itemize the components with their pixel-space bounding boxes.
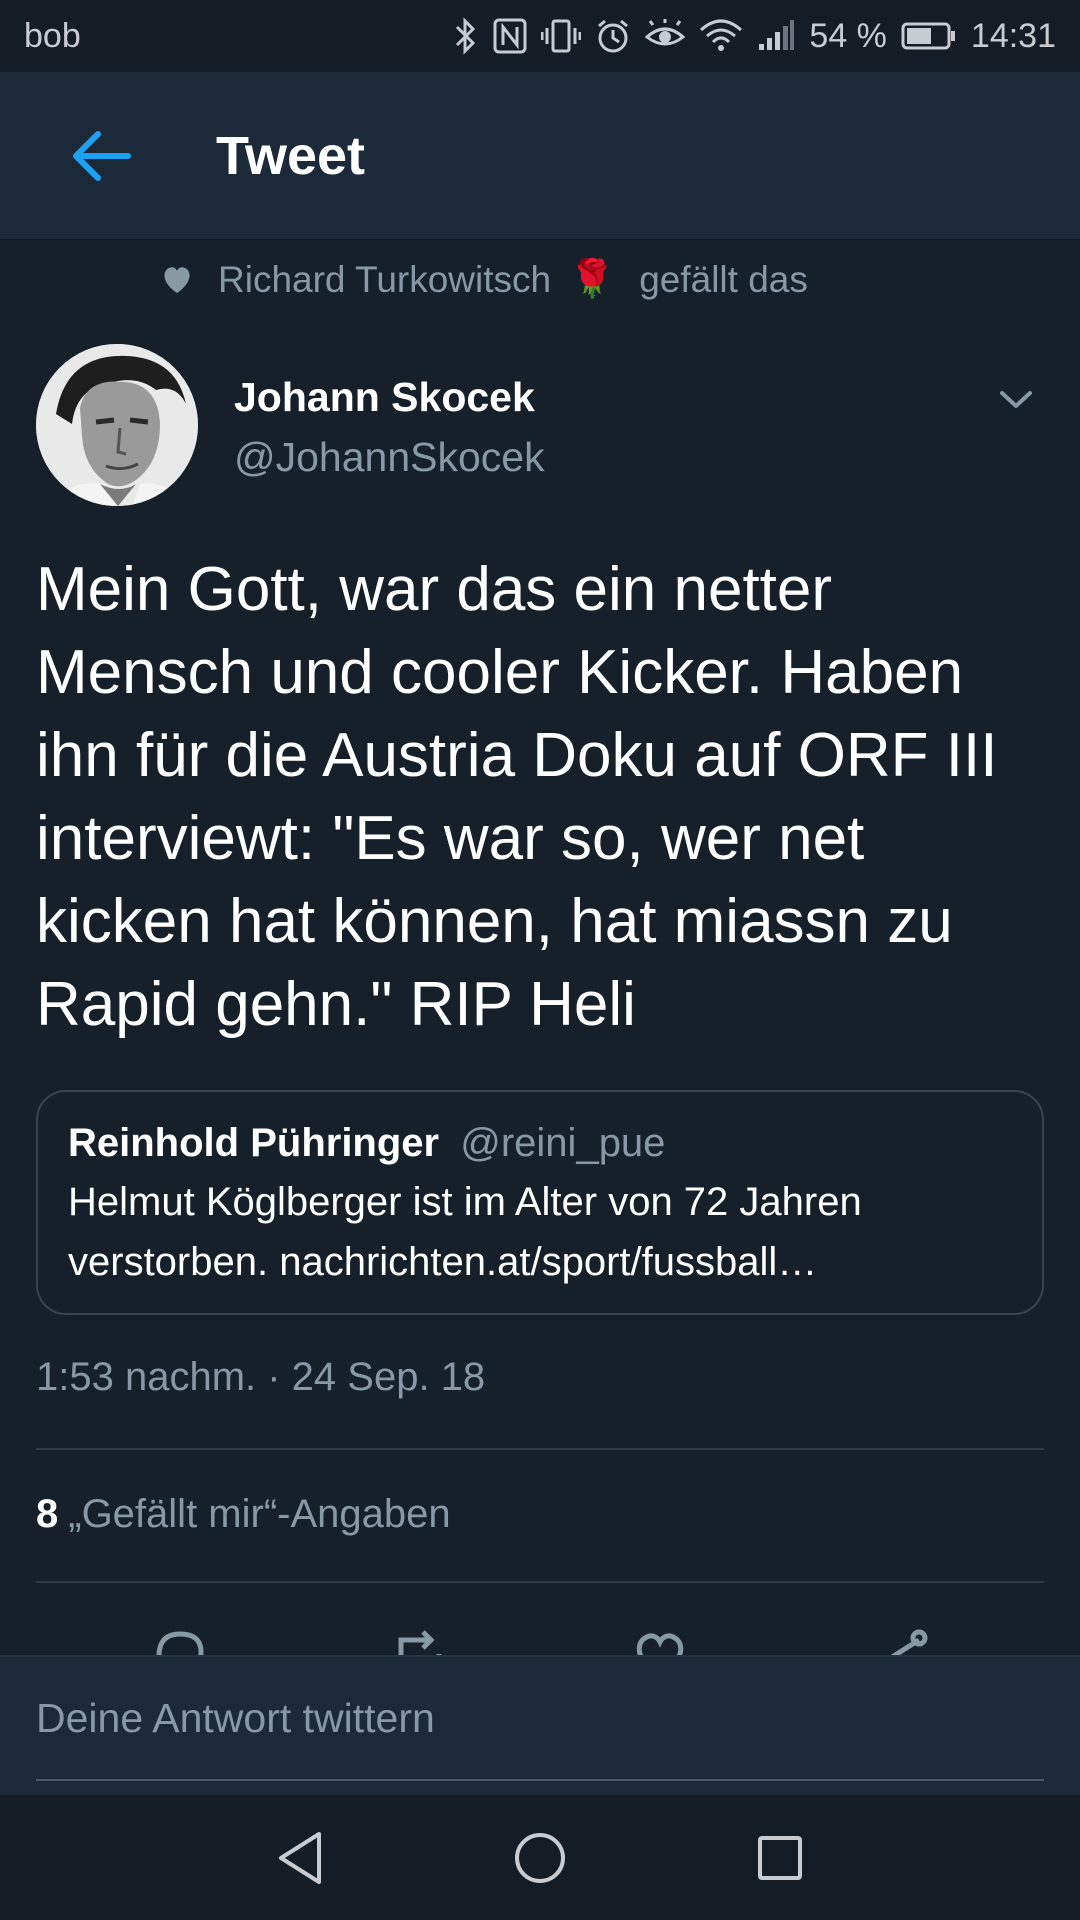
square-recents-icon: [758, 1835, 802, 1880]
like-icon[interactable]: [625, 1620, 695, 1656]
tweet-author: Johann Skocek @JohannSkocek: [36, 344, 1046, 514]
arrow-left-icon: [73, 130, 131, 181]
chevron-down-icon: [1000, 391, 1032, 408]
page-title: Tweet: [216, 125, 366, 186]
bluetooth-icon: [453, 17, 479, 55]
avatar[interactable]: [36, 344, 198, 506]
carrier-name: bob: [24, 16, 81, 55]
battery-percent: 54 %: [809, 16, 887, 55]
tweet-menu-button[interactable]: [986, 370, 1046, 430]
alarm-icon: [595, 18, 631, 54]
tweet-text: Mein Gott, war das ein netter Mensch und…: [36, 555, 998, 1039]
wifi-icon: [699, 18, 743, 54]
likes-count: 8: [36, 1492, 59, 1536]
reply-icon[interactable]: [145, 1620, 215, 1656]
nav-home-button[interactable]: [505, 1823, 575, 1893]
share-icon[interactable]: [865, 1620, 935, 1656]
status-icons: 54 % 14:31: [453, 17, 1056, 56]
status-bar: bob 54 % 14:31: [0, 0, 1080, 72]
likes-label: „Gefällt mir“-Angaben: [68, 1492, 451, 1536]
nav-recents-button[interactable]: [745, 1823, 815, 1893]
divider: [36, 1448, 1044, 1450]
tweet-timestamp: 1:53 nachm. · 24 Sep. 18: [36, 1355, 486, 1399]
nav-back-button[interactable]: [265, 1823, 335, 1893]
triangle-back-icon: [279, 1831, 321, 1884]
battery-icon: [901, 21, 957, 51]
heart-icon: [164, 266, 190, 293]
reply-input[interactable]: Deine Antwort twittern: [36, 1657, 1044, 1781]
quoted-tweet-card[interactable]: Reinhold Pühringer @reini_pue Helmut Kög…: [36, 1090, 1044, 1315]
circle-home-icon: [515, 1832, 565, 1883]
likes-summary[interactable]: 8 „Gefällt mir“-Angaben: [36, 1492, 451, 1537]
system-navigation-bar: [0, 1795, 1080, 1920]
quoted-author-handle: @reini_pue: [460, 1121, 666, 1165]
author-name[interactable]: Johann Skocek: [234, 374, 535, 421]
quoted-tweet-text: Helmut Köglberger ist im Alter von 72 Ja…: [68, 1180, 862, 1284]
social-context[interactable]: Richard Turkowitsch 🌹 gefällt das: [160, 258, 808, 301]
eye-comfort-icon: [645, 19, 686, 53]
app-bar: Tweet: [0, 72, 1080, 240]
quoted-author-name: Reinhold Pühringer: [68, 1121, 440, 1165]
retweet-icon[interactable]: [385, 1620, 455, 1656]
divider: [36, 1581, 1044, 1583]
quoted-tweet-header: Reinhold Pühringer @reini_pue: [68, 1118, 1012, 1168]
nfc-icon: [493, 18, 527, 54]
vibrate-icon: [541, 18, 582, 54]
tweet-action-bar: [0, 1620, 1080, 1656]
author-handle[interactable]: @JohannSkocek: [234, 434, 545, 481]
signal-icon: [757, 20, 795, 52]
liker-name: Richard Turkowitsch: [218, 258, 552, 300]
social-context-suffix: gefällt das: [639, 258, 808, 300]
reply-composer: Deine Antwort twittern: [0, 1655, 1080, 1795]
rose-emoji: 🌹: [569, 258, 616, 299]
clock: 14:31: [970, 16, 1056, 55]
back-button[interactable]: [40, 96, 160, 216]
